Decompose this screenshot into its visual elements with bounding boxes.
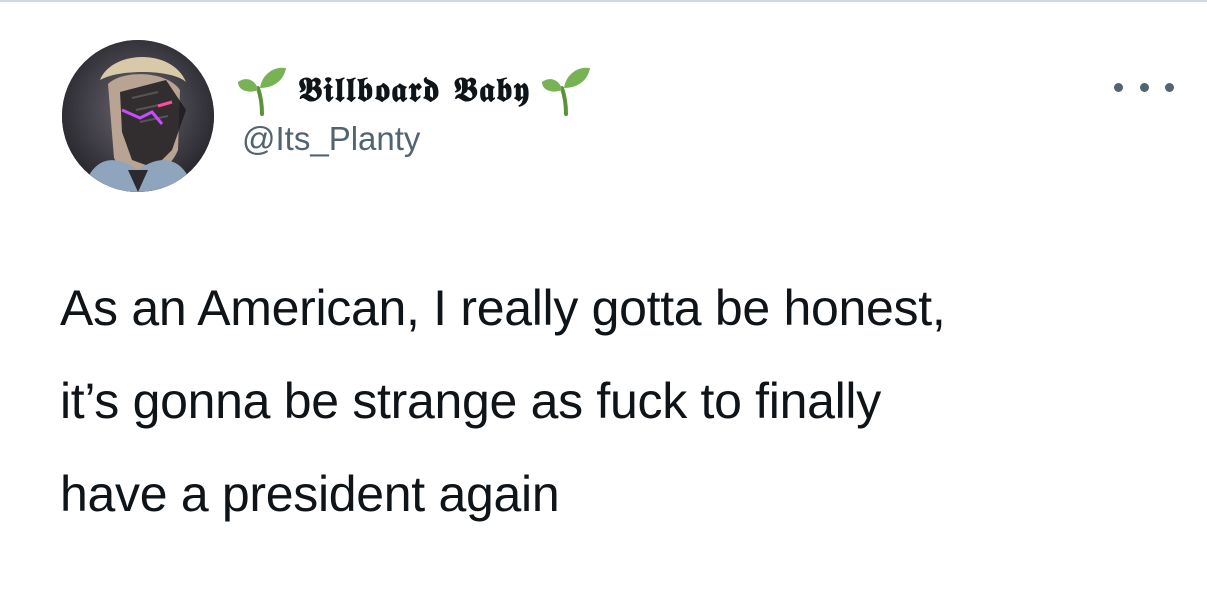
more-horizontal-icon	[1139, 82, 1149, 92]
tweet-text-line: have a president again	[60, 466, 560, 522]
more-horizontal-icon	[1165, 82, 1174, 92]
tweet-text: As an American, I really gotta be honest…	[60, 262, 1180, 541]
tweet-card: 𝕭𝖎𝖑𝖑𝖇𝖔𝖆𝖗𝖉 𝕭𝖆𝖇𝖞 @Its_Planty As an America…	[0, 0, 1207, 594]
more-options-button[interactable]	[1114, 72, 1174, 102]
display-name-row[interactable]: 𝕭𝖎𝖑𝖑𝖇𝖔𝖆𝖗𝖉 𝕭𝖆𝖇𝖞	[236, 62, 592, 118]
tweet-text-line: As an American, I really gotta be honest…	[60, 280, 946, 336]
user-handle[interactable]: @Its_Planty	[242, 120, 592, 158]
seedling-icon	[540, 64, 592, 116]
seedling-icon	[236, 64, 288, 116]
tweet-text-line: it’s gonna be strange as fuck to finally	[60, 373, 881, 429]
more-horizontal-icon	[1114, 82, 1123, 92]
avatar[interactable]	[62, 40, 214, 192]
display-name: 𝕭𝖎𝖑𝖑𝖇𝖔𝖆𝖗𝖉 𝕭𝖆𝖇𝖞	[298, 70, 531, 110]
author-info: 𝕭𝖎𝖑𝖑𝖇𝖔𝖆𝖗𝖉 𝕭𝖆𝖇𝖞 @Its_Planty	[236, 62, 592, 158]
